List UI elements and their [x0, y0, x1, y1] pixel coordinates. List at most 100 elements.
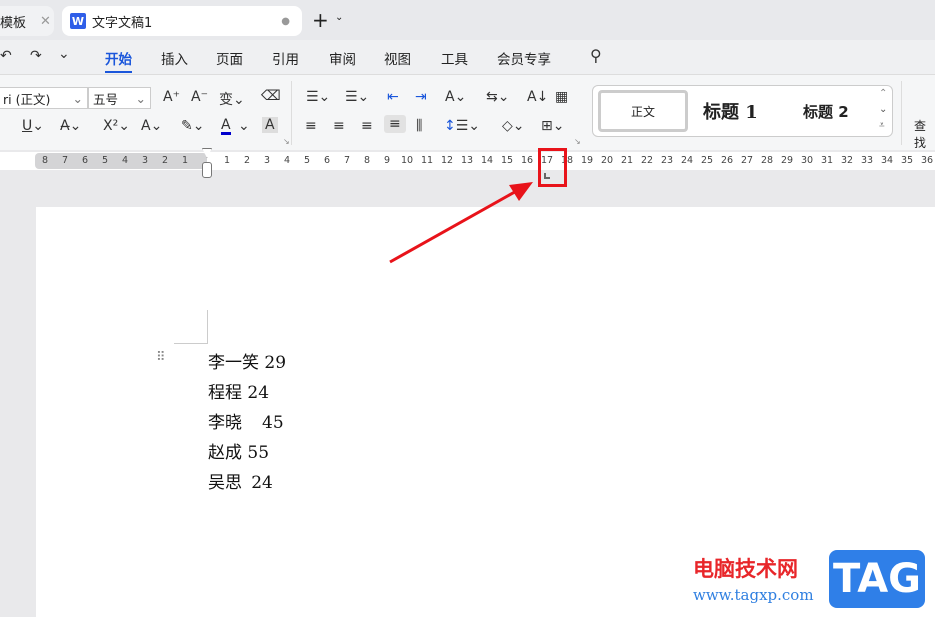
- ruler-number: 13: [460, 155, 474, 166]
- char-spacing-icon[interactable]: A⌄: [445, 89, 466, 105]
- menu-page[interactable]: 页面: [216, 48, 243, 68]
- distributed-icon[interactable]: ⫼: [416, 118, 422, 134]
- redo-icon[interactable]: ↷: [30, 48, 42, 64]
- shading-icon[interactable]: ◇⌄: [502, 118, 525, 134]
- ruler-number: 14: [480, 155, 494, 166]
- dialog-launcher-icon[interactable]: ↘: [283, 137, 290, 146]
- ruler-number: 11: [420, 155, 434, 166]
- ruler-number: 16: [520, 155, 534, 166]
- border-icon[interactable]: ⊞⌄: [541, 118, 564, 134]
- unsaved-dot-icon: ●: [281, 15, 290, 27]
- chevron-down-icon[interactable]: ⌄: [335, 12, 343, 23]
- ruler-number: 8: [363, 155, 371, 166]
- tab-bar: 模板 ✕ W 文字文稿1 ● + ⌄: [0, 0, 935, 40]
- text-line[interactable]: 程程 24: [208, 378, 269, 403]
- clear-format-icon[interactable]: ⌫: [261, 88, 281, 104]
- align-left-icon[interactable]: ≡: [305, 118, 317, 134]
- ruler-number: 4: [283, 155, 291, 166]
- ruler-number: 3: [141, 155, 149, 166]
- character-shading-icon[interactable]: A: [262, 117, 278, 133]
- new-tab-plus-icon[interactable]: +: [312, 8, 329, 32]
- phonetic-guide-icon[interactable]: 变⌄: [219, 89, 245, 109]
- ruler-number: 35: [900, 155, 914, 166]
- menu-review[interactable]: 审阅: [329, 48, 356, 68]
- ruler-number: 19: [580, 155, 594, 166]
- font-color-icon[interactable]: A: [221, 118, 231, 135]
- red-arrow: [389, 182, 533, 264]
- horizontal-ruler[interactable]: 8 7 6 5 4 3 2 1 1 2 3 4 5 6 7 8 9 10 11 12 13 14 15 16 17 18 19 20 2…: [0, 148, 935, 179]
- ruler-number: 34: [880, 155, 894, 166]
- ruler-number: 31: [820, 155, 834, 166]
- align-center-icon[interactable]: ≡: [333, 118, 345, 134]
- underline-icon[interactable]: U⌄: [22, 118, 44, 134]
- scroll-up-icon[interactable]: ⌃: [879, 88, 887, 99]
- text-direction-icon[interactable]: ⇆⌄: [486, 89, 509, 105]
- sort-icon[interactable]: A↓: [527, 89, 548, 105]
- scroll-down-icon[interactable]: ⌄: [879, 104, 887, 115]
- hanging-indent-marker[interactable]: [202, 162, 212, 178]
- increase-indent-icon[interactable]: ⇥: [415, 89, 427, 105]
- text-line[interactable]: 赵成 55: [208, 438, 269, 463]
- menu-bar: ↶ ↷ ⌄ 开始 插入 页面 引用 审阅 视图 工具 会员专享 ⚲: [0, 40, 935, 74]
- expand-gallery-icon[interactable]: ⩡: [879, 120, 885, 131]
- show-marks-icon[interactable]: ▦: [555, 89, 568, 105]
- tab-templates[interactable]: 模板 ✕: [0, 6, 54, 36]
- text-line[interactable]: 吴思 24: [208, 468, 273, 493]
- style-heading2[interactable]: 标题 2: [803, 101, 849, 122]
- menu-home[interactable]: 开始: [105, 48, 132, 73]
- dialog-launcher-icon[interactable]: ↘: [574, 137, 581, 146]
- ruler-number: 24: [680, 155, 694, 166]
- font-size-select[interactable]: 五号 ⌄: [88, 87, 151, 109]
- menu-member[interactable]: 会员专享: [497, 48, 551, 68]
- font-name-select[interactable]: ri (正文) ⌄: [0, 87, 88, 109]
- styles-gallery: 正文 标题 1 标题 2 ⌃ ⌄ ⩡: [592, 85, 893, 137]
- menu-tools[interactable]: 工具: [441, 48, 468, 68]
- text-effect-icon[interactable]: A⌄: [141, 118, 162, 134]
- ruler-number: 3: [263, 155, 271, 166]
- bullet-list-icon[interactable]: ☰⌄: [306, 89, 330, 105]
- numbered-list-icon[interactable]: ☰⌄: [345, 89, 369, 105]
- text-line[interactable]: 李一笑 29: [208, 348, 286, 373]
- ruler-number: 32: [840, 155, 854, 166]
- line-spacing-icon[interactable]: ↕☰⌄: [444, 118, 480, 134]
- divider: [901, 81, 902, 145]
- text-line[interactable]: 李晓 45: [208, 408, 284, 433]
- superscript-icon[interactable]: X²⌄: [103, 118, 130, 134]
- increase-font-icon[interactable]: A⁺: [163, 89, 180, 105]
- menu-insert[interactable]: 插入: [161, 48, 188, 68]
- tab-document[interactable]: W 文字文稿1 ●: [62, 6, 302, 36]
- chevron-down-icon[interactable]: ⌄: [58, 46, 70, 62]
- font-name-value: ri (正文): [3, 91, 51, 107]
- ruler-number: 5: [101, 155, 109, 166]
- ruler-number: 28: [760, 155, 774, 166]
- chevron-down-icon[interactable]: ⌄: [238, 118, 250, 134]
- drag-handle-icon[interactable]: ⠿: [156, 350, 166, 365]
- ribbon: ri (正文) ⌄ 五号 ⌄ A⁺ A⁻ 变⌄ ⌫ U⌄ A̶⌄ X²⌄ A⌄ ✎⌄…: [0, 74, 935, 150]
- strikethrough-icon[interactable]: A̶⌄: [60, 118, 81, 134]
- style-heading1[interactable]: 标题 1: [703, 98, 758, 124]
- ruler-number: 22: [640, 155, 654, 166]
- undo-icon[interactable]: ↶: [0, 48, 12, 64]
- justify-icon[interactable]: ≡: [384, 115, 406, 133]
- find-button[interactable]: 查找: [914, 117, 935, 151]
- ruler-number: 20: [600, 155, 614, 166]
- ruler-number: 1: [181, 155, 189, 166]
- ruler-number: 29: [780, 155, 794, 166]
- ruler-number: 7: [343, 155, 351, 166]
- divider: [291, 81, 292, 145]
- search-icon[interactable]: ⚲: [590, 46, 602, 65]
- ruler-number: 27: [740, 155, 754, 166]
- highlight-icon[interactable]: ✎⌄: [181, 118, 204, 134]
- wps-writer-icon: W: [70, 13, 86, 29]
- tab-label: 模板: [0, 15, 27, 31]
- decrease-indent-icon[interactable]: ⇤: [387, 89, 399, 105]
- style-normal[interactable]: 正文: [598, 90, 688, 132]
- close-icon[interactable]: ✕: [40, 14, 51, 29]
- ruler-number: 10: [400, 155, 414, 166]
- ruler-number: 26: [720, 155, 734, 166]
- align-right-icon[interactable]: ≡: [361, 118, 373, 134]
- decrease-font-icon[interactable]: A⁻: [191, 89, 208, 105]
- menu-view[interactable]: 视图: [384, 48, 411, 68]
- ruler-number: 2: [243, 155, 251, 166]
- menu-references[interactable]: 引用: [272, 48, 299, 68]
